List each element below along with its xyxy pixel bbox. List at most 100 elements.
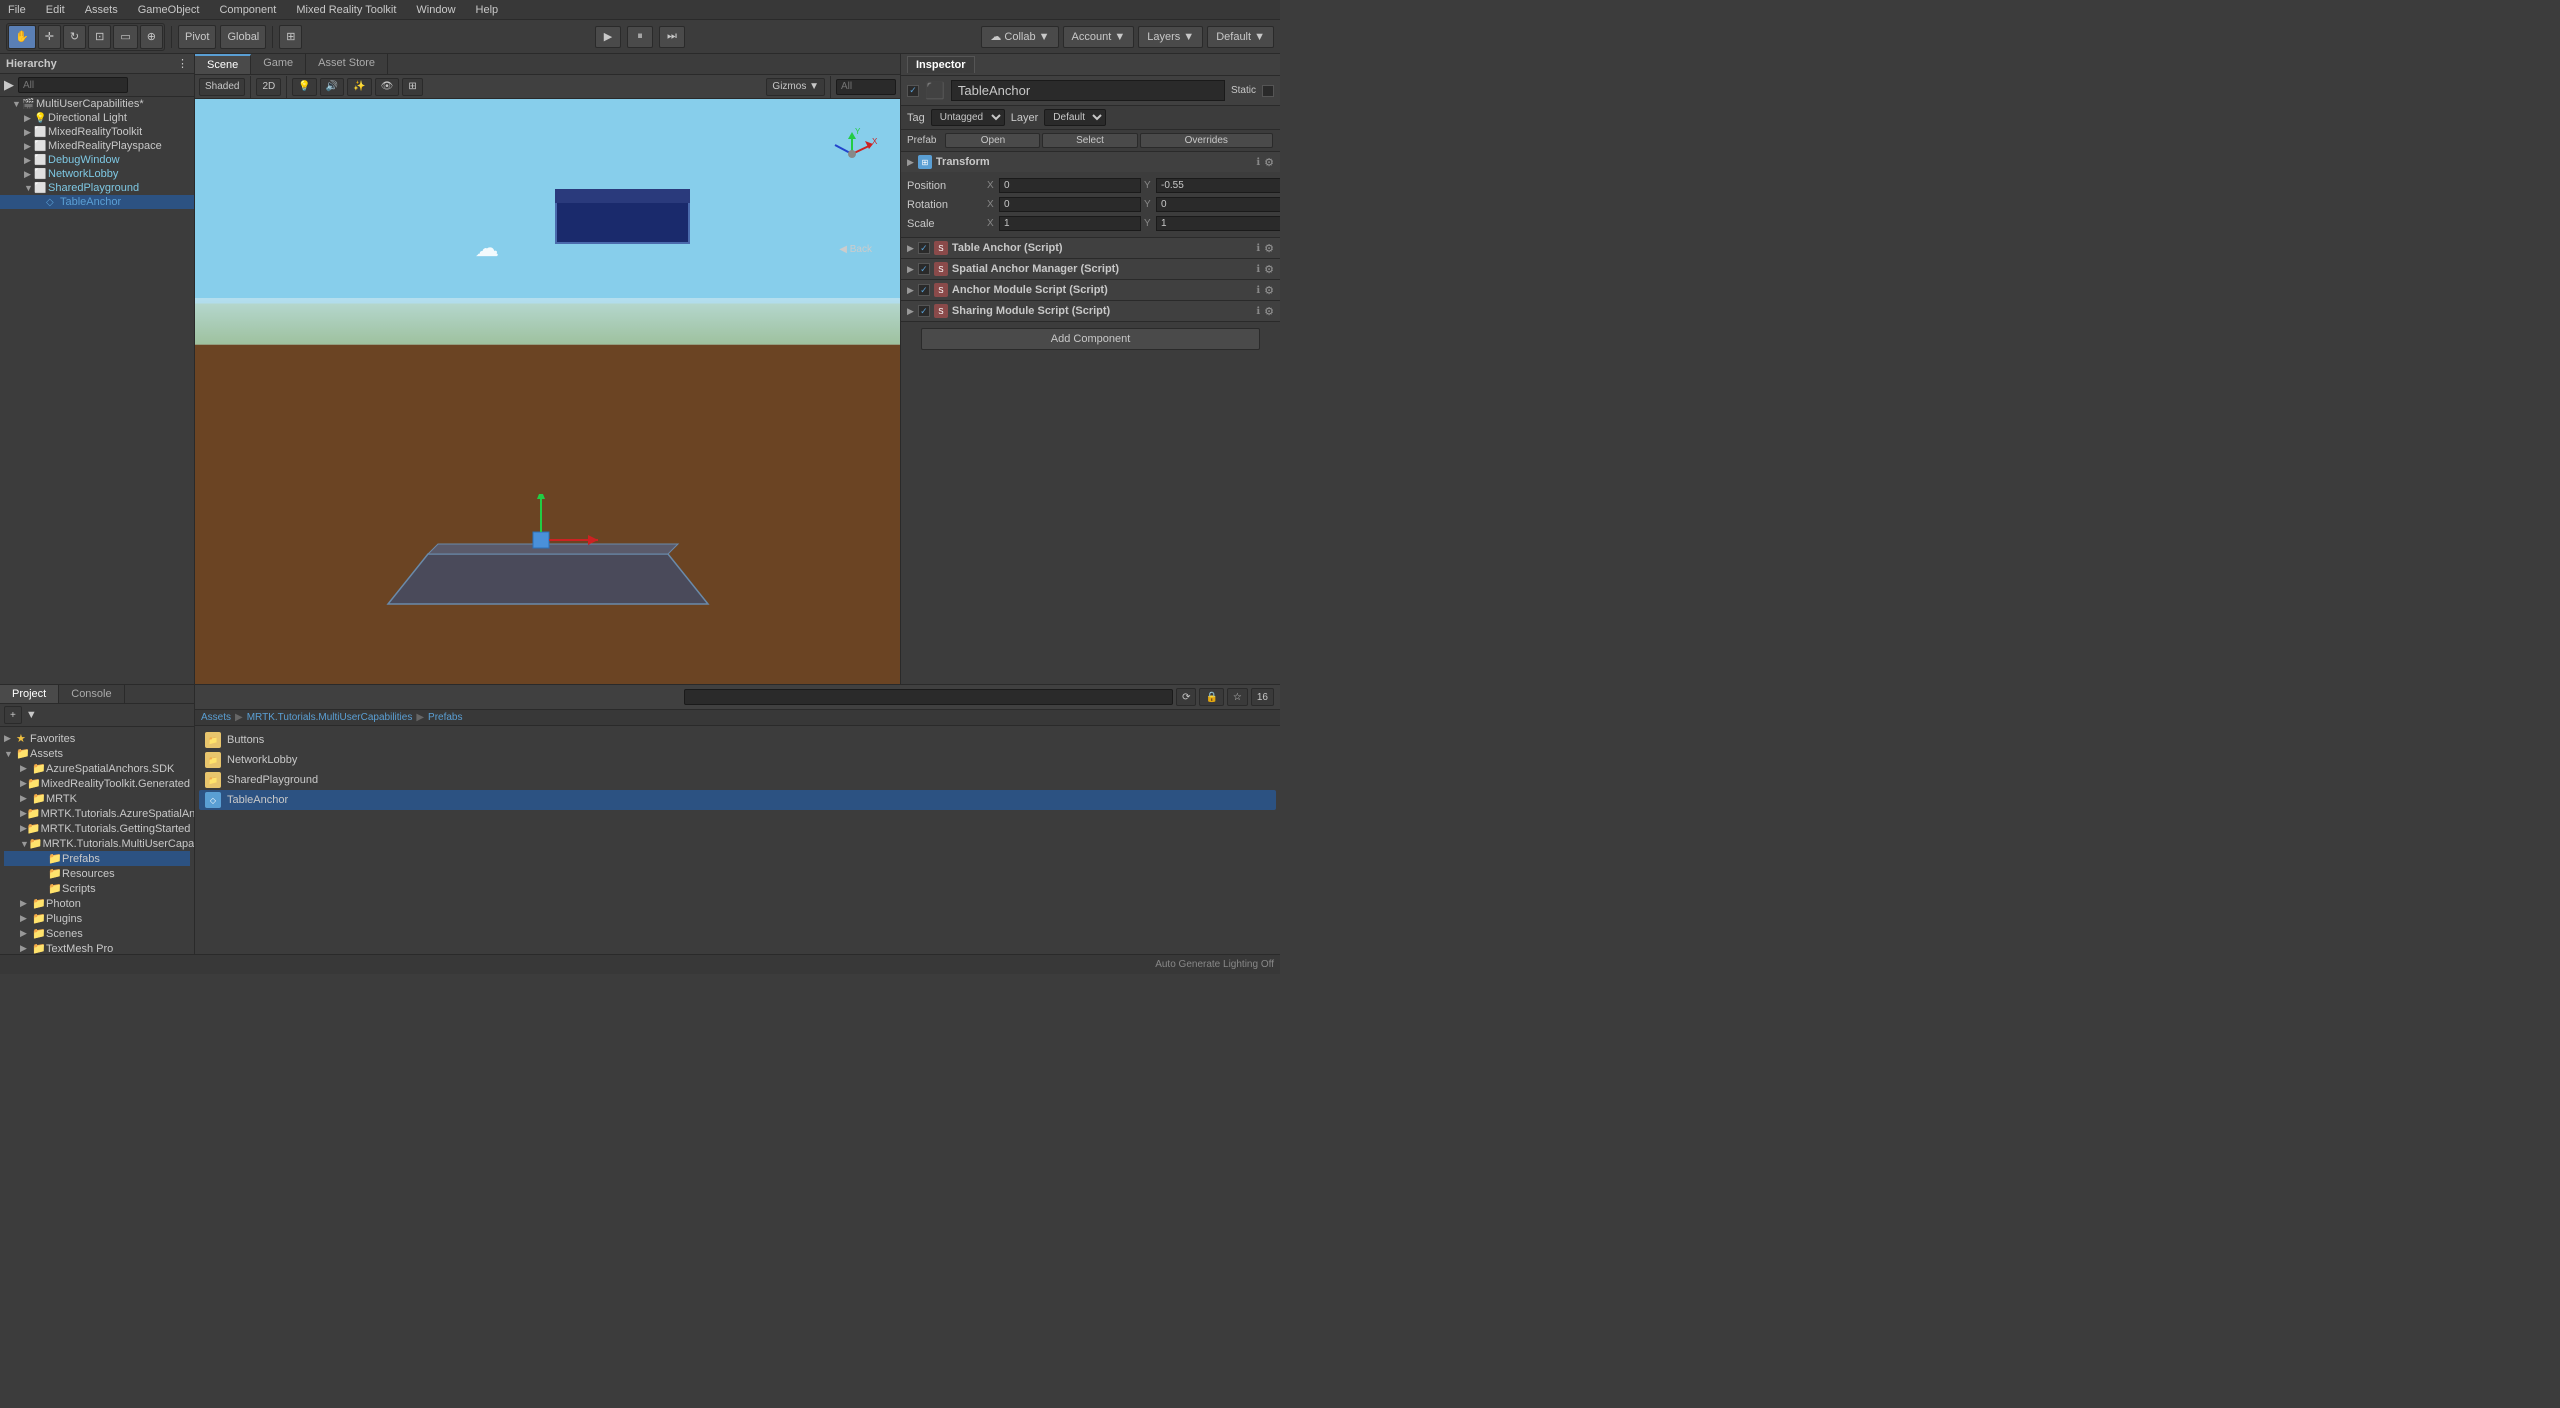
comp3-gear[interactable]: ⚙ — [1264, 305, 1274, 318]
menu-help[interactable]: Help — [472, 4, 503, 16]
comp0-gear[interactable]: ⚙ — [1264, 242, 1274, 255]
hier-item-sharedplayground[interactable]: ▼ ⬜ SharedPlayground — [0, 181, 194, 195]
hier-item-mrplayspace[interactable]: ▶ ⬜ MixedRealityPlayspace — [0, 139, 194, 153]
inspector-tab[interactable]: Inspector — [907, 56, 975, 73]
breadcrumb-prefabs[interactable]: Prefabs — [428, 712, 462, 723]
menu-gameobject[interactable]: GameObject — [134, 4, 204, 16]
hidden-btn[interactable]: 👁 — [375, 78, 400, 96]
tree-mrtk-tutorials-getting[interactable]: ▶ 📁 MRTK.Tutorials.GettingStarted — [4, 821, 190, 836]
transform-header[interactable]: ▶ ⊞ Transform ℹ ⚙ — [901, 152, 1280, 172]
prefab-select-btn[interactable]: Select — [1042, 133, 1137, 148]
menu-mixed-reality[interactable]: Mixed Reality Toolkit — [292, 4, 400, 16]
tree-textmesh[interactable]: ▶ 📁 TextMesh Pro — [4, 941, 190, 954]
tab-asset-store[interactable]: Asset Store — [306, 54, 388, 74]
comp3-checkbox[interactable] — [918, 305, 930, 317]
comp1-checkbox[interactable] — [918, 263, 930, 275]
light-btn[interactable]: 💡 — [292, 78, 316, 96]
rotation-y[interactable] — [1156, 197, 1280, 212]
prefab-overrides-btn[interactable]: Overrides — [1140, 133, 1274, 148]
assets-view-btn[interactable]: 16 — [1251, 688, 1274, 706]
tool-rotate[interactable]: ↻ — [63, 25, 86, 49]
vfx-btn[interactable]: ✨ — [347, 78, 371, 96]
comp1-info[interactable]: ℹ — [1256, 264, 1260, 275]
mode-2d-btn[interactable]: 2D — [256, 78, 281, 96]
tree-favorites[interactable]: ▶ ★ Favorites — [4, 731, 190, 746]
tool-hand[interactable]: ✋ — [8, 25, 36, 49]
scale-y[interactable] — [1156, 216, 1280, 231]
position-y[interactable] — [1156, 178, 1280, 193]
asset-item-networklobby[interactable]: 📁 NetworkLobby — [199, 750, 1276, 770]
global-button[interactable]: Global — [220, 25, 266, 49]
hierarchy-search[interactable] — [18, 77, 128, 93]
pause-button[interactable]: ⏸ — [627, 26, 653, 48]
layer-select[interactable]: Default — [1044, 109, 1106, 126]
menu-assets[interactable]: Assets — [81, 4, 122, 16]
tool-rect[interactable]: ▭ — [113, 25, 137, 49]
hier-item-tableanchor[interactable]: ◇ TableAnchor — [0, 195, 194, 209]
tab-project[interactable]: Project — [0, 685, 59, 703]
hierarchy-more[interactable]: ⋮ — [177, 57, 188, 70]
layers-button[interactable]: Layers ▼ — [1138, 26, 1203, 48]
hier-item-debugwindow[interactable]: ▶ ⬜ DebugWindow — [0, 153, 194, 167]
comp0-checkbox[interactable] — [918, 242, 930, 254]
step-button[interactable]: ⏭ — [659, 26, 685, 48]
static-checkbox[interactable] — [1262, 85, 1274, 97]
tree-photon[interactable]: ▶ 📁 Photon — [4, 896, 190, 911]
tab-scene[interactable]: Scene — [195, 54, 251, 74]
assets-refresh-btn[interactable]: ⟳ — [1176, 688, 1196, 706]
add-component-button[interactable]: Add Component — [921, 328, 1260, 350]
comp2-checkbox[interactable] — [918, 284, 930, 296]
asset-item-tableanchor[interactable]: ◇ TableAnchor — [199, 790, 1276, 810]
project-add-btn[interactable]: + — [4, 706, 22, 724]
comp2-gear[interactable]: ⚙ — [1264, 284, 1274, 297]
menu-file[interactable]: File — [4, 4, 30, 16]
gizmos-btn[interactable]: Gizmos ▼ — [766, 78, 825, 96]
hierarchy-add[interactable]: ▶ — [4, 77, 14, 93]
comp3-info[interactable]: ℹ — [1256, 306, 1260, 317]
assets-search-input[interactable] — [684, 689, 1174, 705]
hier-item-light[interactable]: ▶ 💡 Directional Light — [0, 111, 194, 125]
layout-button[interactable]: Default ▼ — [1207, 26, 1274, 48]
tool-custom[interactable]: ⊕ — [140, 25, 163, 49]
scene-search[interactable] — [836, 79, 896, 95]
project-extra[interactable]: ▼ — [26, 709, 37, 721]
prefab-open-btn[interactable]: Open — [945, 133, 1040, 148]
tab-game[interactable]: Game — [251, 54, 306, 74]
comp1-gear[interactable]: ⚙ — [1264, 263, 1274, 276]
transform-info[interactable]: ℹ — [1256, 157, 1260, 168]
tree-resources[interactable]: 📁 Resources — [4, 866, 190, 881]
asset-item-buttons[interactable]: 📁 Buttons — [199, 730, 1276, 750]
scale-x[interactable] — [999, 216, 1141, 231]
tag-select[interactable]: Untagged — [931, 109, 1005, 126]
tree-prefabs[interactable]: 📁 Prefabs — [4, 851, 190, 866]
object-active-checkbox[interactable] — [907, 85, 919, 97]
tool-move[interactable]: ✛ — [38, 25, 61, 49]
tree-mrtk-tutorials-multi[interactable]: ▼ 📁 MRTK.Tutorials.MultiUserCapabilities — [4, 836, 190, 851]
rotation-x[interactable] — [999, 197, 1141, 212]
comp2-info[interactable]: ℹ — [1256, 285, 1260, 296]
tree-mrtk-tutorials-azure[interactable]: ▶ 📁 MRTK.Tutorials.AzureSpatialAnchors — [4, 806, 190, 821]
scene-view[interactable]: ☁ Y — [195, 99, 900, 684]
play-button[interactable]: ▶ — [595, 26, 621, 48]
collab-button[interactable]: ☁ Collab ▼ — [981, 26, 1058, 48]
shading-dropdown[interactable]: Shaded — [199, 78, 245, 96]
tree-assets-root[interactable]: ▼ 📁 Assets — [4, 746, 190, 761]
audio-btn[interactable]: 🔊 — [320, 78, 344, 96]
tree-scenes[interactable]: ▶ 📁 Scenes — [4, 926, 190, 941]
asset-item-sharedplayground[interactable]: 📁 SharedPlayground — [199, 770, 1276, 790]
hier-item-scene[interactable]: ▼ 🎬 MultiUserCapabilities* — [0, 97, 194, 111]
tree-mrtk[interactable]: ▶ 📁 MRTK — [4, 791, 190, 806]
inspector-name-input[interactable] — [951, 80, 1225, 101]
menu-component[interactable]: Component — [215, 4, 280, 16]
menu-edit[interactable]: Edit — [42, 4, 69, 16]
breadcrumb-multi[interactable]: MRTK.Tutorials.MultiUserCapabilities — [247, 712, 413, 723]
assets-star-btn[interactable]: ☆ — [1227, 688, 1248, 706]
breadcrumb-assets[interactable]: Assets — [201, 712, 231, 723]
grid-btn[interactable]: ⊞ — [402, 78, 422, 96]
spatialanchor-script-header[interactable]: ▶ S Spatial Anchor Manager (Script) ℹ ⚙ — [901, 259, 1280, 279]
hier-item-mrtoolkit[interactable]: ▶ ⬜ MixedRealityToolkit — [0, 125, 194, 139]
tree-mrtk-gen[interactable]: ▶ 📁 MixedRealityToolkit.Generated — [4, 776, 190, 791]
position-x[interactable] — [999, 178, 1141, 193]
hier-item-networklobby[interactable]: ▶ ⬜ NetworkLobby — [0, 167, 194, 181]
account-button[interactable]: Account ▼ — [1063, 26, 1135, 48]
